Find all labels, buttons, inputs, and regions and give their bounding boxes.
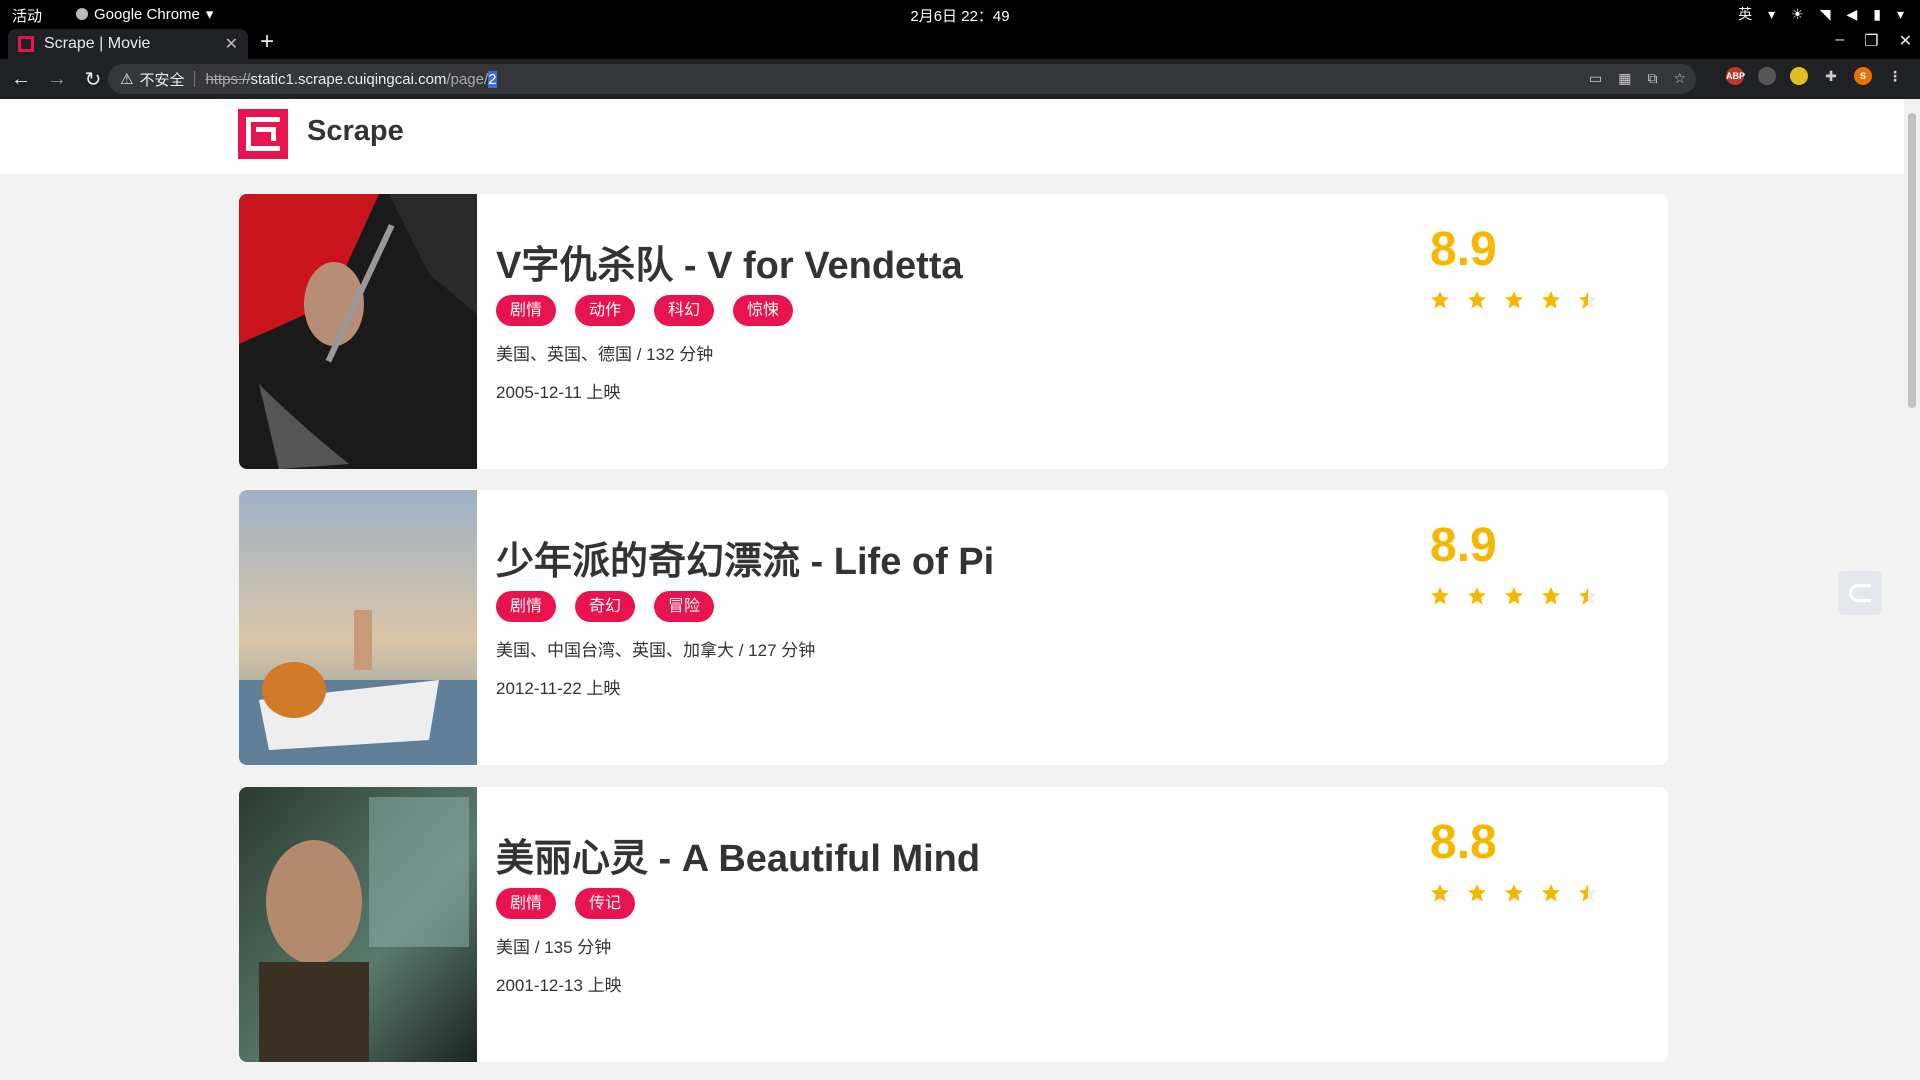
clock[interactable]: 2月6日 22：49 <box>0 5 1920 26</box>
movie-poster[interactable] <box>239 194 477 469</box>
genre-tags: 剧情 动作 科幻 惊悚 <box>496 295 794 326</box>
star-icon <box>1541 883 1561 903</box>
page-content: Scrape V字仇杀队 - V for Vendetta 剧情 动作 科幻 惊… <box>0 99 1920 1080</box>
movie-meta: 美国、英国、德国 / 132 分钟 <box>496 345 714 364</box>
url-path: /page/ <box>446 70 489 88</box>
star-icon <box>1467 586 1487 606</box>
minimize-icon[interactable]: – <box>1835 31 1844 51</box>
movie-poster[interactable] <box>239 490 477 765</box>
extensions-area: ABP ✚ S ⋮ <box>1726 67 1904 85</box>
movie-card: 美丽心灵 - A Beautiful Mind 剧情 传记 美国 / 135 分… <box>239 787 1668 1062</box>
score: 8.8 <box>1430 816 1497 869</box>
bookmark-star-icon[interactable]: ☆ <box>1673 70 1686 87</box>
address-bar[interactable]: ⚠ 不安全 https://static1.scrape.cuiqingcai.… <box>108 64 1696 94</box>
movie-title[interactable]: 少年派的奇幻漂流 - Life of Pi <box>496 530 994 585</box>
profile-avatar[interactable]: S <box>1854 67 1872 85</box>
genre-tag[interactable]: 冒险 <box>654 591 715 622</box>
genre-tags: 剧情 奇幻 冒险 <box>496 591 715 622</box>
chevron-down-icon: ▾ <box>1896 5 1904 22</box>
window-controls: – ❐ ✕ <box>1835 31 1912 51</box>
star-icon <box>1504 883 1524 903</box>
site-brand[interactable]: Scrape <box>307 115 404 148</box>
url-scheme: https:// <box>205 70 251 88</box>
close-window-icon[interactable]: ✕ <box>1899 31 1912 51</box>
release-date: 2001-12-13 上映 <box>496 976 622 995</box>
score: 8.9 <box>1430 519 1497 572</box>
insecure-label[interactable]: 不安全 <box>139 69 184 90</box>
os-top-bar: 活动 Google Chrome ▾ 2月6日 22：49 英 ▾ ☀ ◥ ◀ … <box>0 0 1920 27</box>
extension-icon[interactable] <box>1790 67 1808 85</box>
warning-icon[interactable]: ⚠ <box>120 70 133 88</box>
movie-poster[interactable] <box>239 787 477 1062</box>
back-to-top-button[interactable] <box>1838 571 1882 615</box>
divider <box>194 71 196 87</box>
genre-tag[interactable]: 动作 <box>575 295 636 326</box>
menu-icon[interactable]: ⋮ <box>1886 67 1904 85</box>
site-header: Scrape <box>0 99 1904 174</box>
puzzle-icon[interactable]: ✚ <box>1822 67 1840 85</box>
cast-icon[interactable]: ▭ <box>1589 70 1602 87</box>
release-date: 2005-12-11 上映 <box>496 383 621 402</box>
restore-icon[interactable]: ❐ <box>1864 31 1878 51</box>
back-icon[interactable]: ← <box>6 68 36 91</box>
browser-toolbar: ← → ↻ ⚠ 不安全 https://static1.scrape.cuiqi… <box>0 59 1920 99</box>
movie-title[interactable]: V字仇杀队 - V for Vendetta <box>496 234 963 289</box>
tab-scrape-movie[interactable]: Scrape | Movie ✕ <box>8 29 248 59</box>
star-rating <box>1430 290 1598 310</box>
forward-icon[interactable]: → <box>42 68 72 91</box>
release-date: 2012-11-22 上映 <box>496 679 621 698</box>
genre-tag[interactable]: 奇幻 <box>575 591 636 622</box>
star-icon <box>1578 290 1598 310</box>
movie-card: V字仇杀队 - V for Vendetta 剧情 动作 科幻 惊悚 美国、英国… <box>239 194 1668 469</box>
genre-tag[interactable]: 剧情 <box>496 295 557 326</box>
scrape-logo-icon[interactable] <box>238 109 288 159</box>
qr-code-icon[interactable]: ▦ <box>1618 70 1631 87</box>
star-rating <box>1430 586 1598 606</box>
movie-title[interactable]: 美丽心灵 - A Beautiful Mind <box>496 827 980 882</box>
genre-tag[interactable]: 科幻 <box>654 295 715 326</box>
score: 8.9 <box>1430 223 1497 276</box>
star-icon <box>1467 290 1487 310</box>
reload-icon[interactable]: ↻ <box>78 67 108 92</box>
movie-card: 少年派的奇幻漂流 - Life of Pi 剧情 奇幻 冒险 美国、中国台湾、英… <box>239 490 1668 765</box>
omnibox-actions: ▭ ▦ ⧉ ☆ <box>1589 70 1686 87</box>
scrollbar-thumb[interactable] <box>1908 113 1916 408</box>
chevron-down-icon: ▾ <box>1768 5 1776 22</box>
new-tab-button[interactable]: + <box>260 28 274 56</box>
tab-strip: Scrape | Movie ✕ + – ❐ ✕ <box>0 27 1920 59</box>
input-method-indicator[interactable]: 英 <box>1738 4 1752 24</box>
scrollbar[interactable] <box>1904 99 1920 1080</box>
star-icon <box>1578 586 1598 606</box>
movie-meta: 美国、中国台湾、英国、加拿大 / 127 分钟 <box>496 641 816 660</box>
url-selection: 2 <box>488 70 497 88</box>
url-host: static1.scrape.cuiqingcai.com <box>250 70 447 88</box>
brightness-icon: ☀ <box>1791 5 1804 22</box>
extension-icon[interactable] <box>1758 67 1776 85</box>
movie-meta: 美国 / 135 分钟 <box>496 938 612 957</box>
star-icon <box>1578 883 1598 903</box>
genre-tag[interactable]: 传记 <box>575 888 636 919</box>
star-icon <box>1430 290 1450 310</box>
adblock-plus-icon[interactable]: ABP <box>1726 67 1745 85</box>
star-icon <box>1504 586 1524 606</box>
genre-tag[interactable]: 剧情 <box>496 888 557 919</box>
close-icon[interactable]: ✕ <box>225 34 238 54</box>
tab-title: Scrape | Movie <box>44 35 151 52</box>
star-icon <box>1541 586 1561 606</box>
genre-tags: 剧情 传记 <box>496 888 636 919</box>
star-rating <box>1430 883 1598 903</box>
translate-icon[interactable]: ⧉ <box>1647 70 1657 87</box>
star-icon <box>1504 290 1524 310</box>
system-tray[interactable]: 英 ▾ ☀ ◥ ◀ ▮ ▾ <box>1738 4 1904 24</box>
wifi-icon: ◥ <box>1819 5 1831 22</box>
battery-icon: ▮ <box>1873 5 1881 22</box>
scrape-favicon-icon <box>18 36 34 52</box>
genre-tag[interactable]: 惊悚 <box>733 295 794 326</box>
star-icon <box>1467 883 1487 903</box>
genre-tag[interactable]: 剧情 <box>496 591 557 622</box>
star-icon <box>1430 586 1450 606</box>
volume-icon: ◀ <box>1846 5 1858 22</box>
star-icon <box>1541 290 1561 310</box>
star-icon <box>1430 883 1450 903</box>
